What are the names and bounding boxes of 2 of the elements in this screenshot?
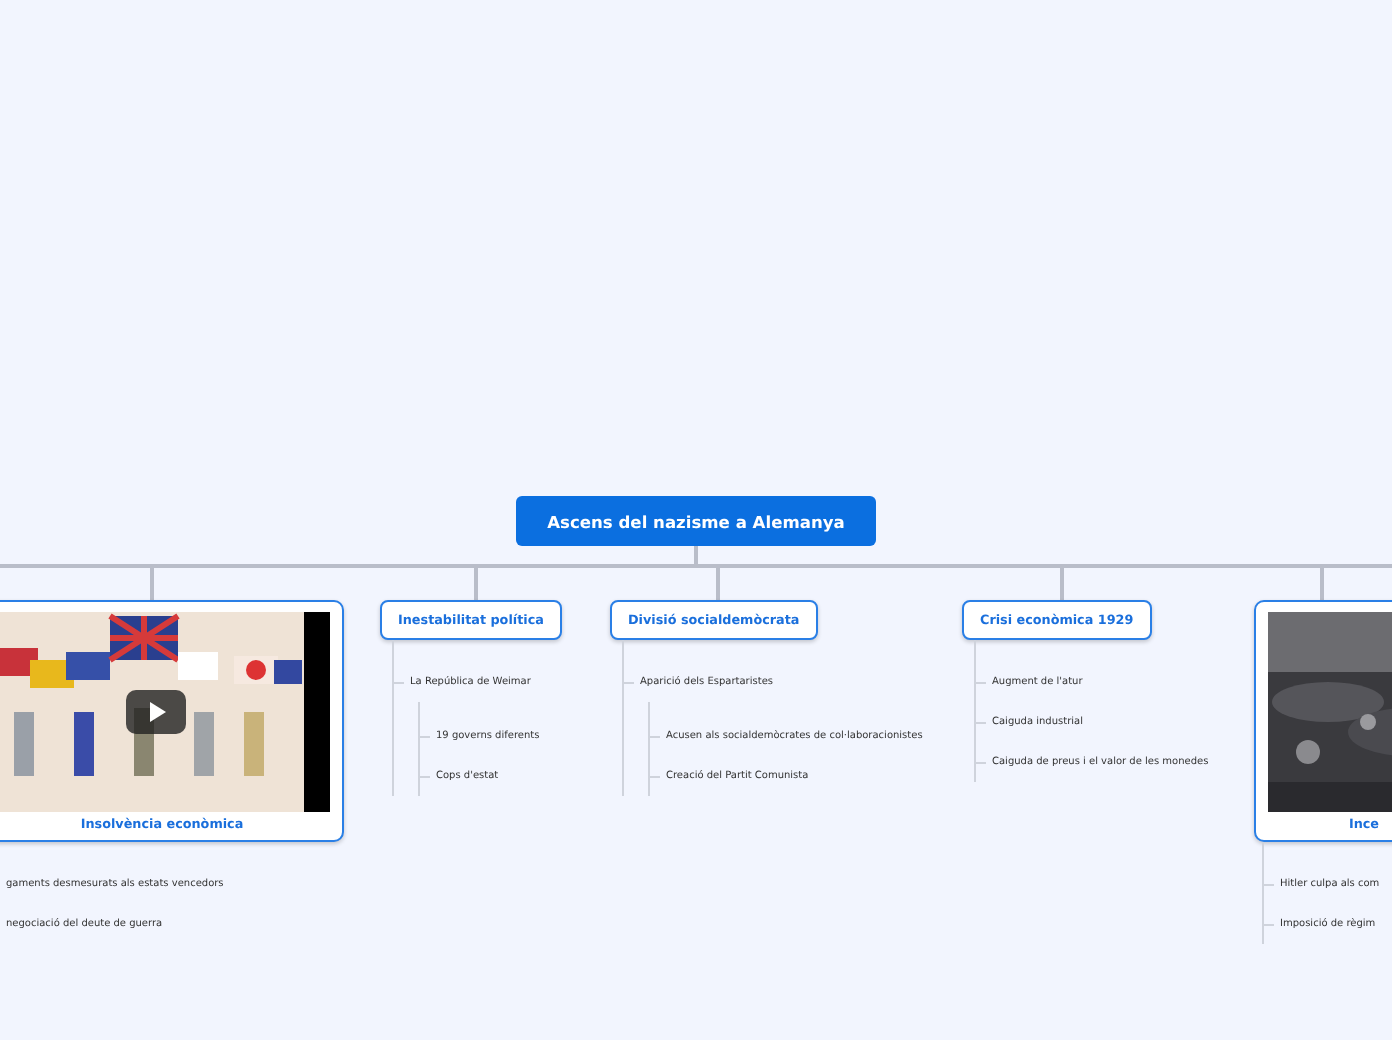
play-icon[interactable] [126,690,186,734]
central-topic[interactable]: Ascens del nazisme a Alemanya [516,496,876,546]
